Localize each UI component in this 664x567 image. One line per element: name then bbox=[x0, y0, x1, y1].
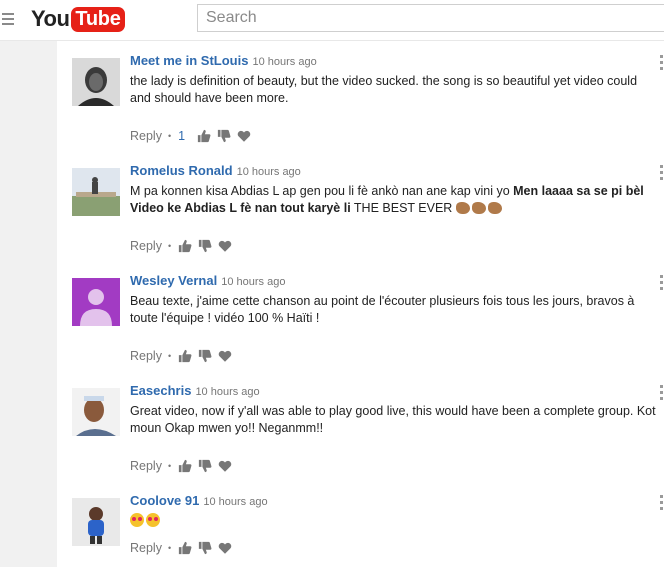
comment-item: Easechris 10 hours ago Great video, now i… bbox=[57, 383, 664, 483]
heart-icon[interactable] bbox=[237, 129, 251, 143]
avatar[interactable] bbox=[72, 498, 120, 546]
comment-actions: Reply • bbox=[130, 458, 238, 474]
heart-eyes-emoji bbox=[146, 513, 160, 527]
comment-actions: Reply • bbox=[130, 238, 238, 254]
clap-emoji bbox=[487, 201, 502, 214]
author-name[interactable]: Coolove 91 bbox=[130, 493, 199, 508]
thumbs-down-icon[interactable] bbox=[198, 541, 212, 555]
heart-eyes-emoji bbox=[130, 513, 144, 527]
author-name[interactable]: Meet me in StLouis bbox=[130, 53, 248, 68]
thumbs-up-icon[interactable] bbox=[178, 239, 192, 253]
heart-icon[interactable] bbox=[218, 239, 232, 253]
heart-icon[interactable] bbox=[218, 459, 232, 473]
comment-author[interactable]: Coolove 91 10 hours ago bbox=[130, 493, 268, 508]
avatar[interactable] bbox=[72, 278, 120, 326]
separator-dot: • bbox=[167, 461, 172, 471]
thumbs-up-icon[interactable] bbox=[197, 129, 211, 143]
youtube-logo[interactable]: You Tube bbox=[31, 5, 125, 33]
comment-text: Beau texte, j'aime cette chanson au poin… bbox=[130, 294, 635, 325]
comment-actions: Reply • bbox=[130, 540, 238, 556]
comment-text-plain: M pa konnen kisa Abdias L ap gen pou li … bbox=[130, 184, 514, 198]
thumbs-down-icon[interactable] bbox=[198, 239, 212, 253]
more-vert-icon[interactable] bbox=[660, 55, 663, 73]
avatar[interactable] bbox=[72, 388, 120, 436]
comment-time[interactable]: 10 hours ago bbox=[195, 386, 259, 398]
comment-time[interactable]: 10 hours ago bbox=[252, 56, 316, 68]
more-vert-icon[interactable] bbox=[660, 495, 663, 513]
comment-author[interactable]: Wesley Vernal 10 hours ago bbox=[130, 273, 285, 288]
comment-item: Coolove 91 10 hours ago Reply • bbox=[57, 493, 664, 567]
clap-emoji bbox=[471, 201, 486, 214]
comment-time[interactable]: 10 hours ago bbox=[203, 496, 267, 508]
comment-text: Great video, now if y'all was able to pl… bbox=[130, 404, 656, 435]
comment-time[interactable]: 10 hours ago bbox=[237, 166, 301, 178]
more-vert-icon[interactable] bbox=[660, 275, 663, 293]
comment-author[interactable]: Romelus Ronald 10 hours ago bbox=[130, 163, 301, 178]
reply-button[interactable]: Reply bbox=[130, 349, 162, 363]
comment-text: M pa konnen kisa Abdias L ap gen pou li … bbox=[130, 183, 660, 216]
comments-section: Meet me in StLouis 10 hours ago the lady … bbox=[57, 41, 664, 567]
thumbs-up-icon[interactable] bbox=[178, 541, 192, 555]
reply-button[interactable]: Reply bbox=[130, 239, 162, 253]
logo-tube-text: Tube bbox=[71, 6, 125, 32]
clap-emoji bbox=[455, 201, 470, 214]
avatar[interactable] bbox=[72, 58, 120, 106]
thumbs-down-icon[interactable] bbox=[217, 129, 231, 143]
thumbs-up-icon[interactable] bbox=[178, 349, 192, 363]
comment-text: the lady is definition of beauty, but th… bbox=[130, 74, 638, 105]
avatar[interactable] bbox=[72, 168, 120, 216]
heart-icon[interactable] bbox=[218, 541, 232, 555]
comment-time[interactable]: 10 hours ago bbox=[221, 276, 285, 288]
separator-dot: • bbox=[167, 543, 172, 553]
thumbs-up-icon[interactable] bbox=[178, 459, 192, 473]
author-name[interactable]: Wesley Vernal bbox=[130, 273, 217, 288]
reply-button[interactable]: Reply bbox=[130, 129, 162, 143]
comment-actions: Reply • 1 bbox=[130, 128, 257, 144]
separator-dot: • bbox=[167, 241, 172, 251]
separator-dot: • bbox=[167, 131, 172, 141]
top-bar: You Tube bbox=[0, 0, 664, 41]
menu-icon[interactable] bbox=[2, 13, 14, 25]
comment-item: Meet me in StLouis 10 hours ago the lady … bbox=[57, 53, 664, 153]
thumbs-down-icon[interactable] bbox=[198, 459, 212, 473]
more-vert-icon[interactable] bbox=[660, 165, 663, 183]
comment-author[interactable]: Easechris 10 hours ago bbox=[130, 383, 260, 398]
reply-button[interactable]: Reply bbox=[130, 541, 162, 555]
comment-author[interactable]: Meet me in StLouis 10 hours ago bbox=[130, 53, 317, 68]
thumbs-down-icon[interactable] bbox=[198, 349, 212, 363]
comment-item: Wesley Vernal 10 hours ago Beau texte, j'… bbox=[57, 273, 664, 373]
comment-actions: Reply • bbox=[130, 348, 238, 364]
logo-you-text: You bbox=[31, 6, 70, 31]
comment-text-end: THE BEST EVER bbox=[350, 200, 456, 215]
comment-item: Romelus Ronald 10 hours ago M pa konnen k… bbox=[57, 163, 664, 263]
comment-text bbox=[130, 513, 660, 530]
separator-dot: • bbox=[167, 351, 172, 361]
author-name[interactable]: Romelus Ronald bbox=[130, 163, 233, 178]
heart-icon[interactable] bbox=[218, 349, 232, 363]
author-name[interactable]: Easechris bbox=[130, 383, 191, 398]
search-input[interactable] bbox=[197, 4, 664, 32]
more-vert-icon[interactable] bbox=[660, 385, 663, 403]
reply-button[interactable]: Reply bbox=[130, 459, 162, 473]
like-count: 1 bbox=[178, 129, 186, 143]
